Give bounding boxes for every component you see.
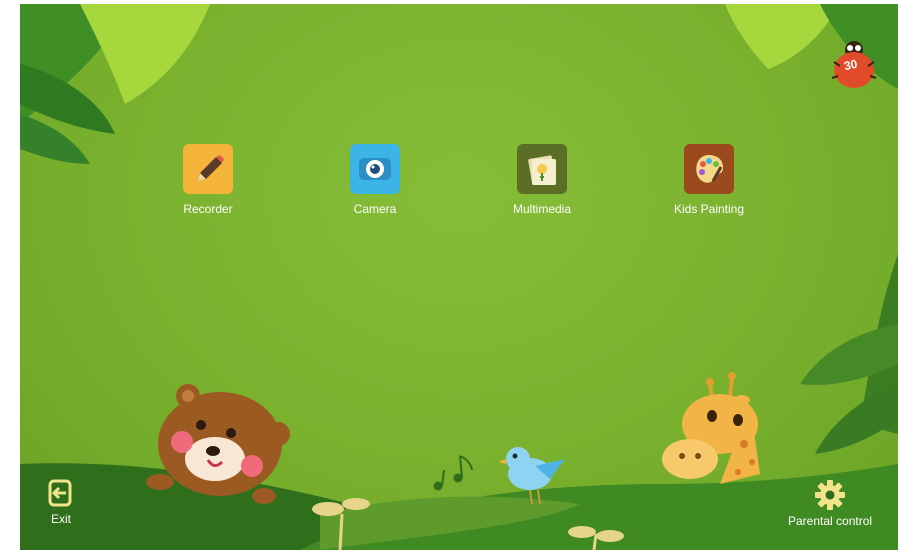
app-multimedia[interactable]: Multimedia [472,144,612,216]
top-left-leaves [20,4,210,164]
timer-badge[interactable]: 30 [830,36,878,92]
gear-icon [815,480,846,510]
recorder-pencil-icon [183,144,233,194]
app-kids-painting[interactable]: Kids Painting [639,144,779,216]
kids-painting-palette-icon [684,144,734,194]
exit-label: Exit [50,512,71,526]
kids-home-screen: 30 Recorder Camera Multimedia Kids Paint… [20,4,898,550]
app-camera[interactable]: Camera [305,144,445,216]
app-camera-label: Camera [353,202,397,216]
giraffe-character [662,372,760,484]
multimedia-photo-icon [517,144,567,194]
jungle-background [20,4,898,550]
timer-value: 30 [842,56,859,74]
exit-button[interactable]: Exit [46,478,76,526]
app-recorder[interactable]: Recorder [138,144,278,216]
music-notes-decoration [433,455,473,491]
app-recorder-label: Recorder [183,202,233,216]
exit-icon [48,479,72,507]
camera-icon [350,144,400,194]
app-multimedia-label: Multimedia [512,202,572,216]
right-palm-fronds [800,254,898,454]
parental-control-label: Parental control [788,514,873,528]
app-kids-painting-label: Kids Painting [673,202,745,216]
parental-control-button[interactable]: Parental control [788,478,872,528]
